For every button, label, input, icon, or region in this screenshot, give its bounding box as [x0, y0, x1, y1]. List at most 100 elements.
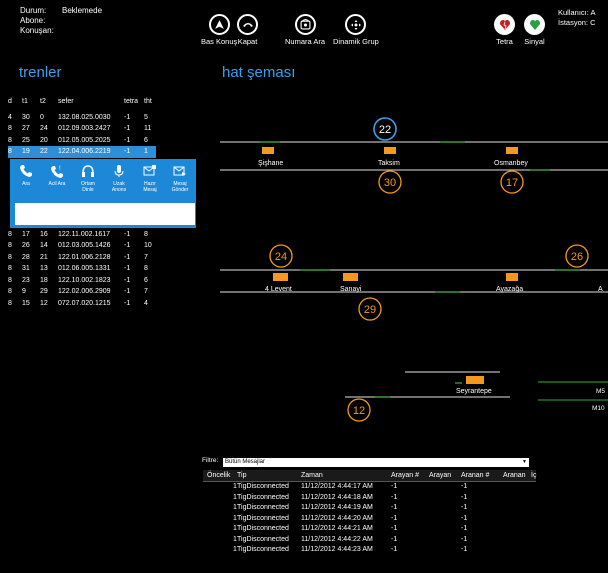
- col-arayan-no[interactable]: Arayan #: [391, 470, 429, 481]
- signal-status-icon: [524, 14, 545, 35]
- cell: 11/12/2012 4:44:23 AM: [301, 546, 373, 554]
- dinamik-grup-label: Dinamik Grup: [333, 37, 379, 46]
- train-marker[interactable]: [273, 273, 288, 281]
- log-row[interactable]: 1 TigDisconnected 11/12/2012 4:44:23 AM -1 -…: [203, 545, 536, 556]
- train-marker[interactable]: [262, 147, 274, 154]
- tetra-button[interactable]: Tetra: [494, 14, 515, 46]
- cell: 8: [8, 288, 12, 296]
- train-row[interactable]: 8 15 12 072.07.020.1215 -1 4: [8, 298, 156, 310]
- col-arayan[interactable]: Arayan: [429, 470, 461, 481]
- cell: -1: [391, 514, 398, 522]
- cell: 1: [144, 146, 156, 158]
- train-row[interactable]: 8 26 14 012.03.005.1426 -1 10: [8, 240, 156, 252]
- cell: 10: [144, 242, 152, 250]
- cell: TigDisconnected: [237, 514, 289, 522]
- train-badge-number: 22: [379, 124, 391, 136]
- log-row[interactable]: 1 TigDisconnected 11/12/2012 4:44:22 AM -1 -…: [203, 534, 536, 545]
- col-aranan-no[interactable]: Aranan #: [461, 470, 503, 481]
- acil-ara-button[interactable]: ! Acil Ara: [45, 163, 69, 187]
- cell: 17: [22, 230, 30, 238]
- istasyon-value: C: [590, 18, 596, 27]
- cell: 8: [8, 230, 12, 238]
- train-row[interactable]: 8 25 20 012.05.005.2025 -1 6: [8, 135, 156, 147]
- cell: 4: [8, 113, 12, 121]
- mesaj-gonder-button[interactable]: Mesaj Gönder: [168, 163, 192, 193]
- cell: 25: [22, 136, 30, 144]
- cell: 012.03.005.1426: [58, 242, 111, 250]
- cell: 28: [22, 253, 30, 261]
- col-t1[interactable]: t1: [22, 96, 40, 108]
- train-marker[interactable]: [384, 147, 396, 154]
- dialpad-icon: [294, 14, 316, 35]
- numara-ara-button[interactable]: Numara Ara: [285, 14, 325, 46]
- group-icon: [345, 14, 367, 35]
- log-row[interactable]: 1 TigDisconnected 11/12/2012 4:44:17 AM -1 -…: [203, 481, 536, 492]
- ara-button[interactable]: Ara: [14, 163, 38, 187]
- user-info: Kullanıcı: A İstasyon: C: [558, 8, 596, 28]
- log-row[interactable]: 1 TigDisconnected 11/12/2012 4:44:20 AM -1 -…: [203, 513, 536, 524]
- col-tip[interactable]: Tip: [237, 470, 301, 481]
- train-marker[interactable]: [343, 273, 358, 281]
- cell: 122.11.002.1617: [58, 230, 111, 238]
- cell: 122.01.006.2128: [58, 253, 111, 261]
- message-input[interactable]: [15, 203, 195, 225]
- train-row[interactable]: 8 28 21 122.01.006.2128 -1 7: [8, 252, 156, 264]
- cell: 7: [144, 288, 148, 296]
- train-row[interactable]: 4 30 0 132.08.025.0030 -1 5: [8, 112, 156, 124]
- train-row[interactable]: 8 27 24 012.09.003.2427 -1 11: [8, 123, 156, 135]
- col-tetra[interactable]: tetra: [124, 96, 144, 108]
- train-row[interactable]: 8 17 16 122.11.002.1617 -1 8: [8, 229, 156, 241]
- durum-value: Beklemede: [62, 6, 103, 15]
- cell: 072.07.020.1215: [58, 299, 111, 307]
- col-d[interactable]: d: [8, 96, 22, 108]
- log-row[interactable]: 1 TigDisconnected 11/12/2012 4:44:18 AM -1 -…: [203, 492, 536, 503]
- ortam-dinle-button[interactable]: Ortam Dinle: [76, 163, 100, 193]
- cell: -1: [124, 276, 131, 284]
- sinyal-button[interactable]: Sinyal: [524, 14, 545, 46]
- col-ic[interactable]: İç: [531, 470, 536, 481]
- cell: 23: [22, 276, 30, 284]
- cell: 30: [22, 113, 30, 121]
- cell: TigDisconnected: [237, 546, 289, 554]
- cell: 8: [8, 276, 12, 284]
- kapat-button[interactable]: Kapat: [237, 14, 258, 46]
- line-diagram: Şişhane Taksim Osmanbey 22 30 17 4 Leven…: [220, 117, 608, 422]
- train-row[interactable]: 8 9 29 122.02.006.2909 -1 7: [8, 286, 156, 298]
- cell: -1: [124, 288, 131, 296]
- train-marker[interactable]: [506, 147, 518, 154]
- col-oncelik[interactable]: Öncelik: [203, 470, 237, 481]
- status-panel: Durum: Beklemede Abone: Konuşan:: [20, 6, 102, 36]
- col-t2[interactable]: t2: [40, 96, 58, 108]
- uzak-anons-button[interactable]: Uzak Anons: [107, 163, 131, 193]
- cell: -1: [124, 113, 131, 121]
- dinamik-grup-button[interactable]: Dinamik Grup: [333, 14, 379, 46]
- tetra-status-icon: [494, 14, 515, 35]
- filter-select[interactable]: Bütün Mesajlar ▼: [223, 458, 529, 467]
- station-label: Ayazağa: [496, 286, 523, 293]
- train-row[interactable]: 8 31 13 012.06.005.1331 -1 8: [8, 263, 156, 275]
- cell: -1: [461, 514, 468, 522]
- abone-label: Abone:: [20, 16, 46, 25]
- train-row-selected[interactable]: 8 19 22 122.04.006.2219 -1 1: [8, 146, 156, 158]
- train-marker[interactable]: [466, 376, 484, 384]
- svg-text:!: !: [59, 166, 61, 172]
- cell: TigDisconnected: [237, 525, 289, 533]
- train-row[interactable]: 8 23 18 122.10.002.1823 -1 6: [8, 275, 156, 287]
- cell: 8: [8, 242, 12, 250]
- cell: 1: [233, 493, 237, 501]
- log-row[interactable]: 1 TigDisconnected 11/12/2012 4:44:21 AM -1 -…: [203, 524, 536, 535]
- log-row[interactable]: 1 TigDisconnected 11/12/2012 4:44:19 AM -1 -…: [203, 503, 536, 514]
- col-sefer[interactable]: sefer: [58, 96, 124, 108]
- col-tht[interactable]: tht: [144, 96, 156, 108]
- cell: 31: [22, 265, 30, 273]
- bas-konus-button[interactable]: Bas Konuş: [201, 14, 237, 46]
- col-zaman[interactable]: Zaman: [301, 470, 391, 481]
- cell: 1: [233, 514, 237, 522]
- station-label: Seyrantepe: [456, 388, 492, 395]
- col-aranan[interactable]: Aranan: [503, 470, 531, 481]
- trains-title: trenler: [19, 64, 62, 81]
- hazir-mesaj-button[interactable]: Hazır Mesaj: [138, 163, 162, 193]
- train-badge-number: 30: [384, 177, 396, 189]
- line-label: M10: [592, 405, 605, 412]
- train-marker[interactable]: [506, 273, 518, 281]
